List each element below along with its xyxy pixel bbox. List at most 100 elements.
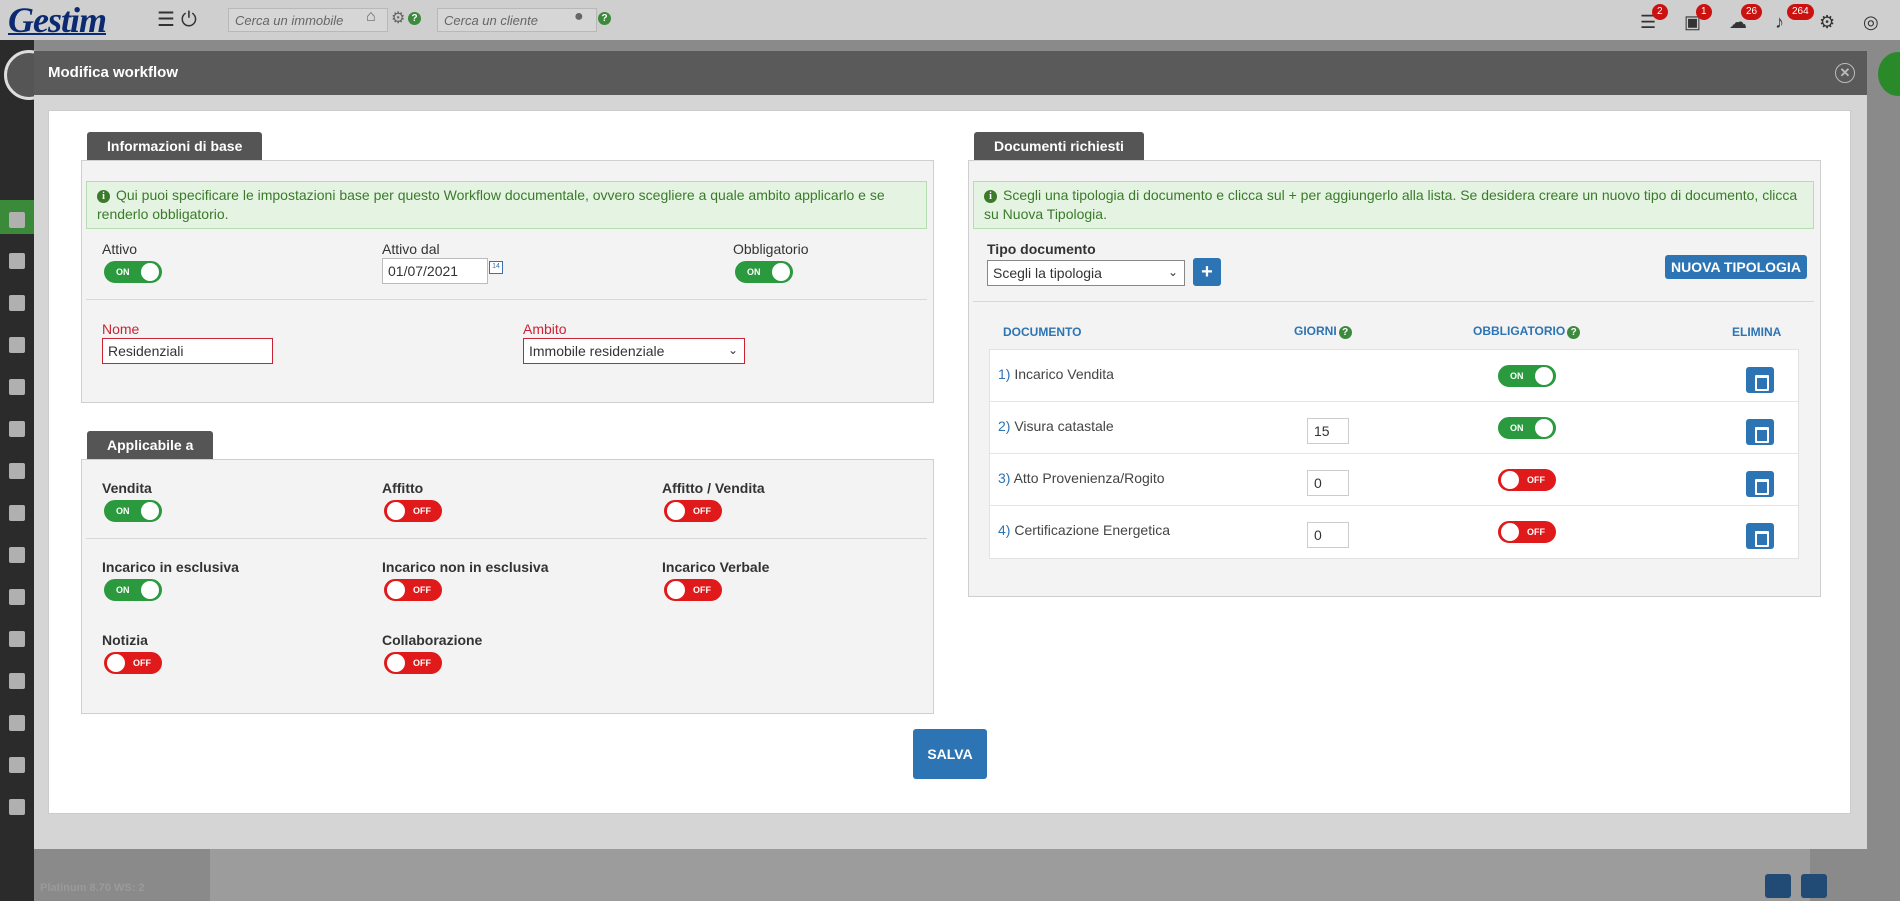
tasks-icon[interactable]: ☰ 2	[1640, 4, 1668, 32]
notizia-toggle[interactable]: OFF	[104, 652, 162, 674]
attivo-dal-label: Attivo dal	[382, 241, 440, 257]
nome-label: Nome	[102, 321, 140, 337]
megaphone-icon[interactable]	[9, 379, 25, 395]
applicable-panel: Vendita ON Affitto OFF Affitto / Vendita…	[81, 459, 934, 714]
power-icon[interactable]: ⏻	[181, 10, 197, 30]
cloud-icon[interactable]: ☁ 26	[1729, 4, 1763, 32]
column-obbligatorio: OBBLIGATORIO?	[1473, 324, 1581, 339]
add-document-button[interactable]: +	[1193, 258, 1221, 286]
support-icon[interactable]: ◎	[1863, 12, 1885, 32]
edit-icon[interactable]	[1765, 874, 1791, 898]
gear-icon[interactable]: ⚙	[391, 8, 405, 28]
help-icon[interactable]: ?	[408, 12, 421, 25]
contacts-icon[interactable]	[9, 337, 25, 353]
document-name: 1) Incarico Vendita	[998, 366, 1114, 382]
documents-table: 1) Incarico Vendita ON 2) Visura catasta…	[989, 349, 1799, 559]
ambito-label: Ambito	[523, 321, 567, 337]
dashboard-icon[interactable]	[9, 212, 25, 228]
close-icon[interactable]: ✕	[1835, 63, 1855, 83]
new-type-button[interactable]: NUOVA TIPOLOGIA	[1665, 255, 1807, 279]
copy-icon[interactable]	[1801, 874, 1827, 898]
modal-body: Informazioni di base i Qui puoi specifica…	[48, 110, 1851, 814]
base-info-panel: i Qui puoi specificare le impostazioni ba…	[81, 160, 934, 403]
bell-icon[interactable]: ♪ 264	[1775, 4, 1814, 32]
tipo-documento-label: Tipo documento	[987, 241, 1096, 257]
ambito-select[interactable]: Immobile residenziale ⌄	[523, 338, 745, 364]
help-icon[interactable]: ?	[1567, 326, 1581, 339]
tasks-badge: 2	[1652, 4, 1668, 20]
top-bar: Gestim ☰ ⏻ Cerca un immobile ⌂ ⚙ ? Cerca…	[0, 0, 1900, 40]
attivo-toggle[interactable]: ON	[104, 261, 162, 283]
version-label: Platinum 8.70 WS: 2	[40, 882, 145, 894]
building-icon[interactable]	[9, 463, 25, 479]
trash-icon[interactable]	[1746, 523, 1774, 549]
incarico-esclusiva-toggle[interactable]: ON	[104, 579, 162, 601]
chat-button[interactable]	[1878, 52, 1900, 96]
documents-icon[interactable]	[9, 421, 25, 437]
calendar-x-icon[interactable]: ▣ 1	[1684, 4, 1712, 32]
trophy-icon[interactable]	[9, 547, 25, 563]
affitto-vendita-toggle[interactable]: OFF	[664, 500, 722, 522]
document-name: 2) Visura catastale	[998, 418, 1114, 434]
sidebar	[0, 40, 34, 901]
menu-icon[interactable]: ☰	[157, 10, 175, 30]
days-input[interactable]: 15	[1307, 418, 1349, 444]
affitto-toggle[interactable]: OFF	[384, 500, 442, 522]
help-icon[interactable]: ?	[598, 12, 611, 25]
affitto-label: Affitto	[382, 480, 424, 496]
attivo-dal-field[interactable]: 01/07/2021	[382, 258, 488, 284]
settings-gear-icon[interactable]: ⚙	[1819, 12, 1841, 32]
document-required-toggle[interactable]: ON	[1498, 365, 1556, 387]
document-required-toggle[interactable]: OFF	[1498, 521, 1556, 543]
divider	[86, 538, 927, 539]
column-documento: DOCUMENTO	[1003, 325, 1082, 339]
pie-chart-icon[interactable]	[9, 631, 25, 647]
collaborazione-toggle[interactable]: OFF	[384, 652, 442, 674]
save-button[interactable]: SALVA	[913, 729, 987, 779]
document-required-toggle[interactable]: OFF	[1498, 469, 1556, 491]
wrench-icon[interactable]	[9, 715, 25, 731]
puzzle-icon[interactable]	[9, 799, 25, 815]
cloud-badge: 26	[1741, 4, 1763, 20]
affitto-vendita-label: Affitto / Vendita	[662, 480, 765, 496]
document-required-toggle[interactable]: ON	[1498, 417, 1556, 439]
user-icon[interactable]: ●	[574, 8, 584, 26]
search-property-input[interactable]: Cerca un immobile	[228, 8, 388, 32]
calendar-icon[interactable]	[9, 253, 25, 269]
trash-icon[interactable]	[1746, 367, 1774, 393]
column-giorni: GIORNI?	[1294, 324, 1352, 339]
users-icon[interactable]	[9, 295, 25, 311]
help-icon[interactable]: ?	[1338, 326, 1352, 339]
archive-icon[interactable]	[9, 673, 25, 689]
document-name: 4) Certificazione Energetica	[998, 522, 1170, 538]
applicable-legend: Applicabile a	[87, 431, 214, 459]
base-info-message: i Qui puoi specificare le impostazioni ba…	[86, 181, 927, 229]
home-icon[interactable]: ⌂	[366, 8, 376, 26]
incarico-verbale-toggle[interactable]: OFF	[664, 579, 722, 601]
divider	[86, 299, 927, 300]
base-info-legend: Informazioni di base	[87, 132, 263, 160]
app-logo[interactable]: Gestim	[8, 0, 107, 40]
sitemap-icon[interactable]	[9, 757, 25, 773]
obbligatorio-toggle[interactable]: ON	[735, 261, 793, 283]
trash-icon[interactable]	[1746, 471, 1774, 497]
vendita-toggle[interactable]: ON	[104, 500, 162, 522]
incarico-non-esclusiva-toggle[interactable]: OFF	[384, 579, 442, 601]
search-client-input[interactable]: Cerca un cliente	[437, 8, 597, 32]
days-input[interactable]: 0	[1307, 522, 1349, 548]
calendar-icon[interactable]: 14	[489, 261, 503, 274]
handshake-icon[interactable]	[9, 505, 25, 521]
nome-field[interactable]: Residenziali	[102, 338, 273, 364]
vendita-label: Vendita	[102, 480, 152, 496]
background-list	[210, 845, 1810, 901]
document-name: 3) Atto Provenienza/Rogito	[998, 470, 1165, 486]
days-input[interactable]: 0	[1307, 470, 1349, 496]
trash-icon[interactable]	[1746, 419, 1774, 445]
globe-icon[interactable]	[9, 589, 25, 605]
tipo-documento-select[interactable]: Scegli la tipologia ⌄	[987, 260, 1185, 286]
table-row: 2) Visura catastale 15 ON	[990, 402, 1798, 454]
collaborazione-label: Collaborazione	[382, 632, 483, 648]
modal-title: Modifica workflow	[48, 64, 179, 81]
modal-header: Modifica workflow ✕	[34, 51, 1867, 95]
table-row: 3) Atto Provenienza/Rogito 0 OFF	[990, 454, 1798, 506]
